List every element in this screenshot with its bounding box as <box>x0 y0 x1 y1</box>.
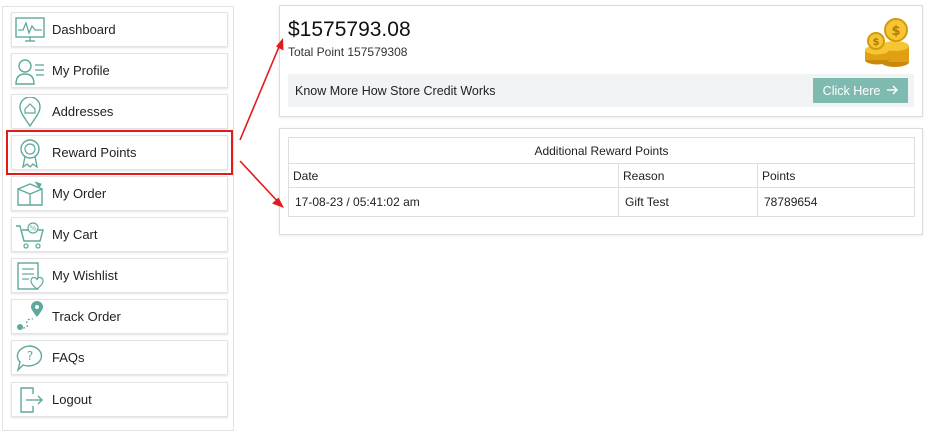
sidebar-item-label: Reward Points <box>52 145 137 160</box>
sidebar-item-label: My Profile <box>52 63 110 78</box>
column-header-reason: Reason <box>618 163 758 188</box>
sidebar-item-my-profile[interactable]: My Profile <box>11 53 228 88</box>
svg-text:?: ? <box>27 349 33 363</box>
sidebar-item-faqs[interactable]: ? FAQs <box>11 340 228 375</box>
award-ribbon-icon <box>15 138 45 168</box>
cart-icon: % <box>15 220 45 250</box>
credit-amount: $1575793.08 <box>288 18 411 41</box>
total-points: Total Point 157579308 <box>288 45 408 59</box>
reward-points-table: Additional Reward Points Date Reason Poi… <box>288 137 915 217</box>
table-row: 17-08-23 / 05:41:02 am Gift Test 7878965… <box>288 187 915 217</box>
sidebar-item-my-cart[interactable]: % My Cart <box>11 217 228 252</box>
svg-text:%: % <box>30 224 37 232</box>
sidebar-item-reward-points[interactable]: Reward Points <box>6 130 233 175</box>
store-credit-info-text: Know More How Store Credit Works <box>295 83 496 98</box>
account-sidebar: Dashboard My Profile Addresses Reward Po… <box>2 6 234 431</box>
sidebar-item-label: Addresses <box>52 104 114 119</box>
sidebar-item-label: My Cart <box>52 227 98 242</box>
store-credit-info-bar: Know More How Store Credit Works Click H… <box>288 74 914 107</box>
sidebar-item-dashboard[interactable]: Dashboard <box>11 12 228 47</box>
sidebar-item-label: My Wishlist <box>52 268 118 283</box>
sidebar-item-my-order[interactable]: My Order <box>11 176 228 211</box>
sidebar-item-label: Track Order <box>52 309 121 324</box>
reward-points-panel: Additional Reward Points Date Reason Poi… <box>279 128 923 235</box>
profile-icon <box>15 56 45 86</box>
cell-points: 78789654 <box>757 187 915 217</box>
sidebar-item-addresses[interactable]: Addresses <box>11 94 228 129</box>
cell-date: 17-08-23 / 05:41:02 am <box>288 187 619 217</box>
logout-icon <box>15 385 45 415</box>
dashboard-icon <box>15 15 45 45</box>
wishlist-icon <box>15 261 45 291</box>
arrow-to-credit <box>239 41 282 141</box>
table-header-row: Date Reason Points <box>288 163 915 188</box>
click-here-label: Click Here <box>822 83 881 98</box>
svg-text:$: $ <box>873 37 880 48</box>
sidebar-item-logout[interactable]: Logout <box>11 382 228 417</box>
table-caption: Additional Reward Points <box>288 137 915 164</box>
sidebar-item-my-wishlist[interactable]: My Wishlist <box>11 258 228 293</box>
sidebar-item-label: My Order <box>52 186 107 201</box>
arrow-to-table <box>239 160 282 206</box>
click-here-button[interactable]: Click Here <box>813 78 908 103</box>
column-header-points: Points <box>757 163 915 188</box>
track-route-icon <box>15 300 45 332</box>
address-pin-icon <box>15 96 45 127</box>
sidebar-item-track-order[interactable]: Track Order <box>11 299 228 334</box>
store-credit-panel: $1575793.08 Total Point 157579308 $ $ Kn… <box>279 5 923 117</box>
faq-bubble-icon: ? <box>15 343 45 373</box>
cell-reason: Gift Test <box>618 187 758 217</box>
column-header-date: Date <box>288 163 619 188</box>
svg-text:$: $ <box>891 24 900 39</box>
sidebar-item-label: Logout <box>52 392 92 407</box>
sidebar-item-label: FAQs <box>52 350 85 365</box>
order-box-icon <box>15 179 45 209</box>
sidebar-item-label: Dashboard <box>52 22 116 37</box>
arrow-right-icon <box>886 84 899 98</box>
gold-coins-icon: $ $ <box>862 16 912 68</box>
